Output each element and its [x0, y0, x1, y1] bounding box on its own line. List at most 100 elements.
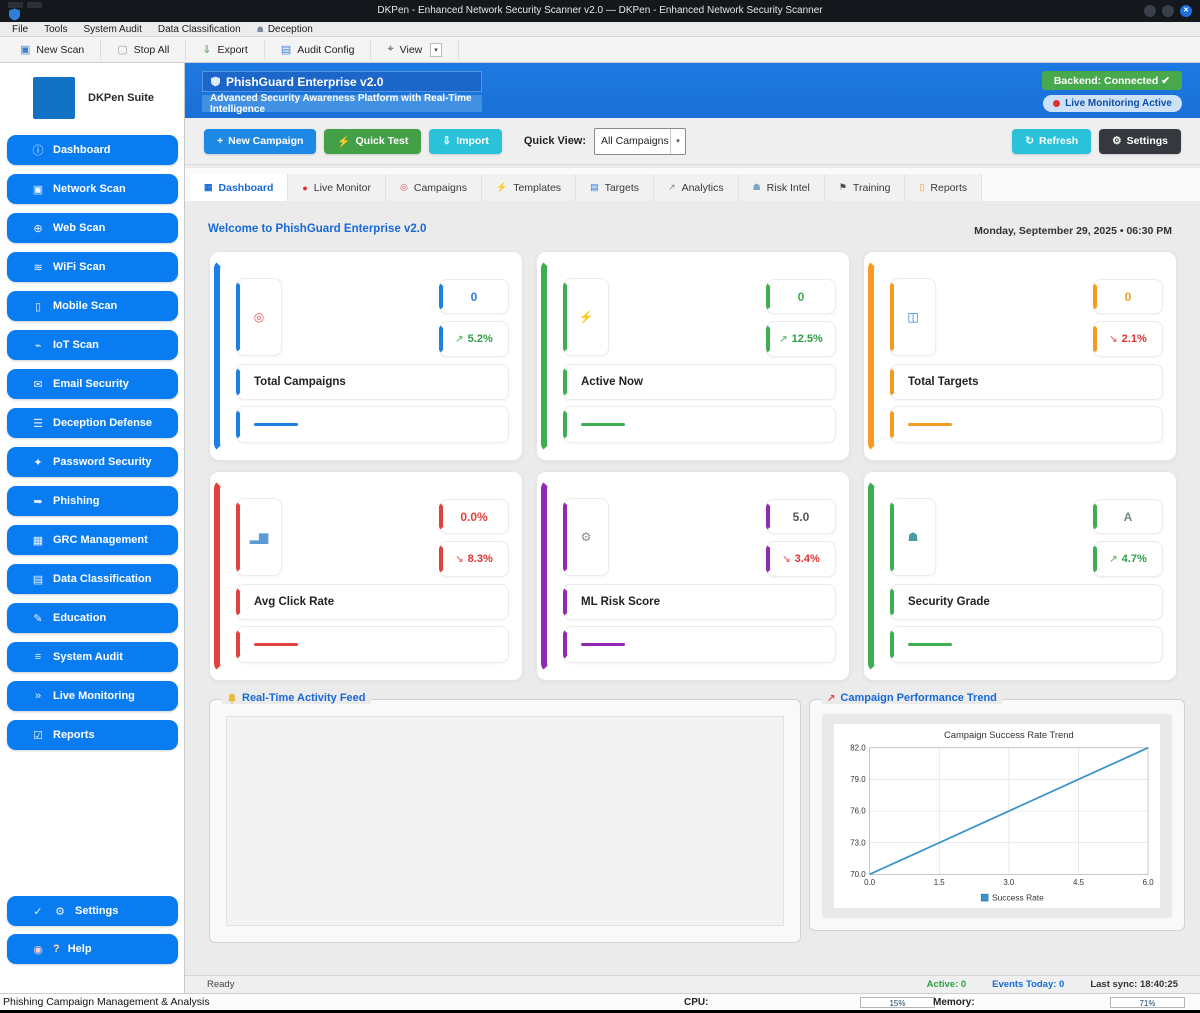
stat-divider-box: [563, 626, 836, 663]
sidebar-item[interactable]: ➥ Phishing: [7, 486, 178, 516]
tab-item[interactable]: ⚑ Training: [825, 174, 906, 201]
memory-label: Memory:: [933, 997, 975, 1008]
sidebar-item[interactable]: ▯ Mobile Scan: [7, 291, 178, 321]
stat-label: ML Risk Score: [581, 596, 660, 608]
stat-value: 0: [798, 290, 805, 304]
accent-divider-line: [581, 643, 625, 646]
menu-item-label: Tools: [44, 24, 67, 35]
tab-item[interactable]: ● Live Monitor: [288, 174, 386, 201]
toolbar-dropdown-arrow-icon[interactable]: ▾: [430, 43, 442, 57]
card-accent-bracket: [868, 260, 885, 452]
svg-text:1.5: 1.5: [934, 878, 946, 887]
close-button[interactable]: ✕: [1180, 5, 1192, 17]
tab-label: Templates: [513, 182, 561, 194]
sidebar-item[interactable]: ≋ WiFi Scan: [7, 252, 178, 282]
stat-label-box: Active Now: [563, 364, 836, 400]
maximize-button[interactable]: [1162, 5, 1174, 17]
card-accent-bracket: [214, 480, 231, 672]
sidebar-item[interactable]: ▦ GRC Management: [7, 525, 178, 555]
accent-divider-line: [581, 423, 625, 426]
campaign-action-button[interactable]: ⚡ Quick Test: [324, 129, 421, 154]
chart-panel: 70.073.076.079.082.00.01.53.04.56.0Campa…: [822, 714, 1172, 918]
sidebar-item-icon: ≡: [31, 651, 45, 663]
sidebar-item[interactable]: ☑ Reports: [7, 720, 178, 750]
trend-arrow-icon: ↘: [1109, 334, 1117, 345]
datetime-text: Monday, September 29, 2025 • 06:30 PM: [974, 225, 1172, 237]
toolbar-button[interactable]: ⌖ View ▾: [371, 40, 458, 60]
sidebar: DKPen Suite ⓘ Dashboard ▣ Network Scan ⊕…: [0, 63, 185, 993]
menu-item[interactable]: Data Classification: [150, 24, 249, 35]
stat-card: ▂▆ 0.0% ↘ 8.3% Avg Click Rate: [209, 471, 523, 681]
sidebar-settings-button[interactable]: ✓ ⚙ Settings: [7, 896, 178, 926]
menu-item[interactable]: ☗ Deception: [249, 24, 321, 35]
sidebar-item[interactable]: ▣ Network Scan: [7, 174, 178, 204]
quick-view-select[interactable]: All Campaigns ▾: [594, 128, 686, 155]
stat-card: ⚡ 0 ↗ 12.5% Active Now: [536, 251, 850, 461]
tab-item[interactable]: ▦ Dashboard: [190, 174, 288, 201]
sidebar-item-icon: »: [31, 690, 45, 702]
toolbar-button[interactable]: ▣ New Scan: [4, 40, 101, 60]
tab-item[interactable]: ▤ Targets: [576, 174, 654, 201]
sidebar-item[interactable]: ✎ Education: [7, 603, 178, 633]
sidebar-item-label: GRC Management: [53, 534, 148, 546]
minimize-button[interactable]: [1144, 5, 1156, 17]
tab-label: Risk Intel: [767, 182, 810, 194]
memory-progressbar: 71%: [1110, 997, 1185, 1008]
menu-item[interactable]: File: [4, 24, 36, 35]
toolbar-button-icon: ▤: [281, 43, 291, 56]
tab-bar: ▦ Dashboard ● Live Monitor ◎ Campaigns ⚡…: [185, 168, 1200, 201]
app-header: PhishGuard Enterprise v2.0 Advanced Secu…: [185, 63, 1200, 118]
sidebar-item-icon: ✉: [31, 378, 45, 391]
stat-label-box: Total Campaigns: [236, 364, 509, 400]
window-titlebar: DKPen - Enhanced Network Security Scanne…: [0, 0, 1200, 22]
menu-item-label: System Audit: [83, 24, 141, 35]
menu-item[interactable]: System Audit: [75, 24, 149, 35]
sidebar-item-label: System Audit: [53, 651, 123, 663]
stat-label-box: ML Risk Score: [563, 584, 836, 620]
sidebar-help-button[interactable]: ◉ ? Help: [7, 934, 178, 964]
tab-item[interactable]: ☗ Risk Intel: [739, 174, 825, 201]
sidebar-item-label: Password Security: [53, 456, 151, 468]
campaign-action-button[interactable]: + New Campaign: [204, 129, 316, 154]
tab-item[interactable]: ▯ Reports: [905, 174, 982, 201]
stat-value-box: 0: [766, 279, 836, 314]
toolbar-button[interactable]: ▢ Stop All: [101, 40, 186, 60]
sidebar-item[interactable]: ⊕ Web Scan: [7, 213, 178, 243]
sidebar-item[interactable]: ≡ System Audit: [7, 642, 178, 672]
stat-trend-box: ↗ 4.7%: [1093, 541, 1163, 577]
tab-label: Live Monitor: [314, 182, 371, 194]
sidebar-item-label: Mobile Scan: [53, 300, 117, 312]
sidebar-item[interactable]: ✉ Email Security: [7, 369, 178, 399]
help-icon: ◉: [31, 943, 45, 956]
sidebar-item[interactable]: ⌁ IoT Scan: [7, 330, 178, 360]
sidebar-item-label: Phishing: [53, 495, 99, 507]
cpu-percent: 15%: [861, 999, 934, 1008]
chevron-down-icon[interactable]: ▾: [670, 129, 685, 154]
stat-icon-box: ⚡: [563, 278, 609, 356]
menu-item[interactable]: Tools: [36, 24, 75, 35]
sidebar-item[interactable]: ▤ Data Classification: [7, 564, 178, 594]
sidebar-item-icon: ▦: [31, 534, 45, 547]
tab-icon: ⚑: [839, 182, 847, 193]
settings-button[interactable]: ⚙ Settings: [1099, 129, 1181, 154]
trend-arrow-icon: ↘: [455, 554, 463, 565]
sidebar-item[interactable]: » Live Monitoring: [7, 681, 178, 711]
campaign-action-icon: ⚡: [337, 135, 350, 148]
red-dot-icon: [1053, 100, 1060, 107]
sidebar-item[interactable]: ✦ Password Security: [7, 447, 178, 477]
tab-item[interactable]: ⚡ Templates: [482, 174, 576, 201]
toolbar-button[interactable]: ▤ Audit Config: [265, 40, 372, 60]
sidebar-item[interactable]: ☰ Deception Defense: [7, 408, 178, 438]
campaign-action-button[interactable]: ⇩ Import: [429, 129, 501, 154]
sidebar-item-icon: ✎: [31, 612, 45, 625]
stat-card: ◎ 0 ↗ 5.2% Total Campaigns: [209, 251, 523, 461]
stat-value-box: 0: [1093, 279, 1163, 314]
sidebar-item[interactable]: ⓘ Dashboard: [7, 135, 178, 165]
action-bar: + New Campaign ⚡ Quick Test ⇩ Import Qui…: [185, 118, 1200, 165]
tab-item[interactable]: ↗ Analytics: [654, 174, 739, 201]
refresh-button[interactable]: ↻ Refresh: [1012, 129, 1091, 154]
menu-bar: File Tools System Audit Data Classificat…: [0, 22, 1200, 37]
toolbar-button[interactable]: ⇓ Export: [186, 40, 265, 60]
tab-item[interactable]: ◎ Campaigns: [386, 174, 482, 201]
sidebar-item-label: Deception Defense: [53, 417, 152, 429]
